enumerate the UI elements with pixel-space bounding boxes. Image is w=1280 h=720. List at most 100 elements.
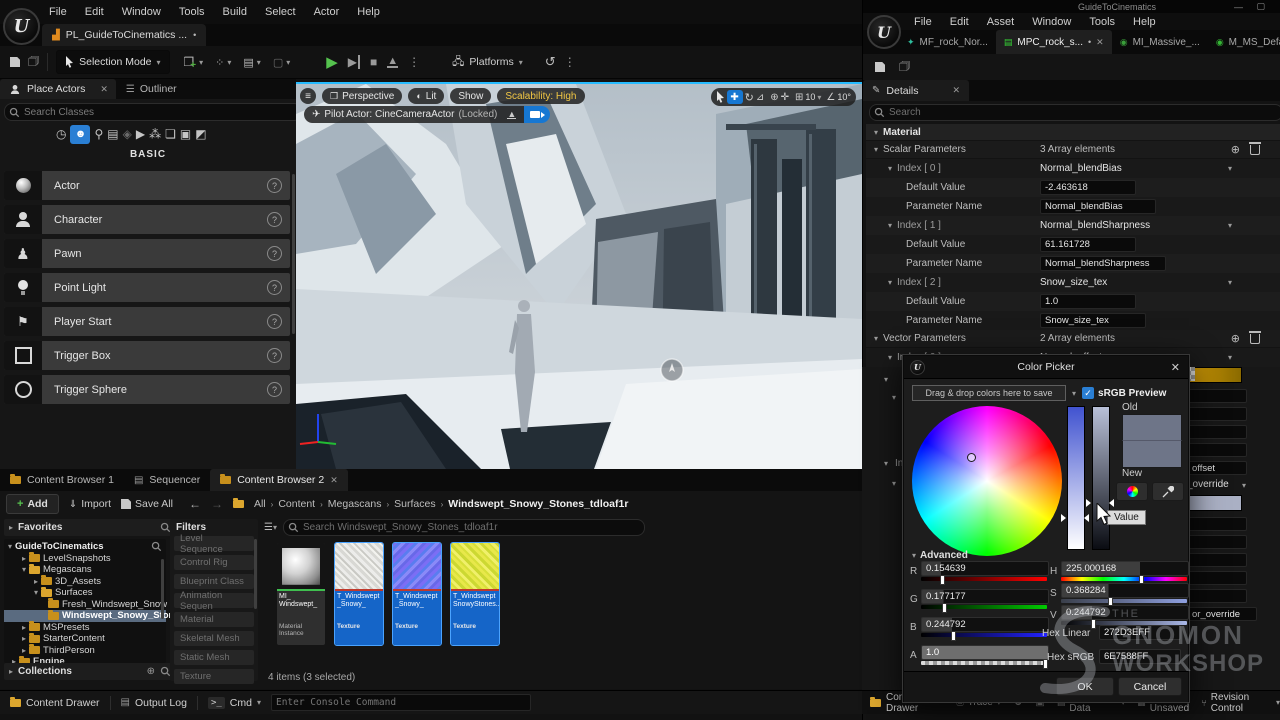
place-actors-scrollbar[interactable] (292, 174, 295, 334)
tab-place-actors[interactable]: Place Actors ✕ (0, 79, 116, 99)
srgb-checkbox[interactable]: ✓ (1082, 387, 1094, 399)
h-input[interactable] (1061, 561, 1189, 576)
chevron-down-icon[interactable]: ▾ (1228, 164, 1232, 173)
theme-color-dropzone[interactable]: Drag & drop colors here to save (912, 385, 1066, 401)
place-item-player-start[interactable]: ⚑ Player Start ? (4, 307, 290, 336)
s-input[interactable] (1061, 583, 1189, 598)
unreal-logo[interactable]: U (3, 8, 40, 45)
console-command-input[interactable] (271, 694, 531, 711)
recent-icon[interactable]: ◷ (56, 127, 66, 141)
viewport-options-menu[interactable]: ≡ (300, 88, 316, 104)
color-wheel[interactable] (912, 406, 1062, 556)
scalability-warning[interactable]: Scalability: High (497, 88, 584, 104)
menu-select[interactable]: Select (256, 1, 305, 23)
lit-dropdown[interactable]: ◐Lit (408, 88, 444, 104)
save-icon[interactable] (875, 62, 885, 72)
cinematic-category-icon[interactable]: ▤ (107, 127, 118, 141)
eject-pilot-icon[interactable]: ▲ (507, 110, 516, 119)
help-icon[interactable]: ? (267, 382, 282, 397)
minimize-icon[interactable]: — (1234, 2, 1243, 12)
move-tool-icon[interactable]: ✚ (727, 90, 743, 104)
back-icon[interactable]: ← (189, 497, 201, 511)
clipped-field[interactable] (1187, 425, 1247, 439)
perspective-dropdown[interactable]: ❒Perspective (322, 88, 402, 104)
close-tab-icon[interactable]: ✕ (330, 475, 338, 486)
vector-color-swatch[interactable] (1187, 367, 1242, 383)
breadcrumb-all[interactable]: All (254, 498, 266, 510)
vector-parameters-header[interactable]: ▾Vector Parameters 2 Array elements ⊕ (866, 330, 1280, 347)
param-dropdown[interactable]: Normal_blendSharpness (1040, 220, 1150, 231)
trash-icon[interactable] (1250, 145, 1260, 155)
favorites-header[interactable]: ▸ Favorites (4, 519, 176, 536)
parameter-name-input[interactable] (1040, 313, 1146, 328)
search-icon[interactable] (151, 541, 162, 552)
scalar-index-0-row[interactable]: ▾Index [ 0 ] Normal_blendBias ▾ (866, 159, 1280, 178)
breadcrumb-current[interactable]: Windswept_Snowy_Stones_tdloaf1r (448, 498, 628, 510)
add-element-icon[interactable]: ⊕ (1231, 332, 1240, 345)
tab-content-browser-1[interactable]: Content Browser 1 (0, 469, 124, 491)
import-button[interactable]: ⇓ Import (69, 498, 111, 510)
tab-mpc-rock[interactable]: ▤ MPC_rock_s... • ✕ (996, 30, 1112, 54)
help-icon[interactable]: ? (267, 314, 282, 329)
help-icon[interactable]: ? (267, 348, 282, 363)
close-tab-icon[interactable]: ✕ (1096, 37, 1104, 48)
tab-mi-massive[interactable]: ◉ MI_Massive_... (1112, 30, 1208, 54)
eject-button[interactable]: ▲ (387, 56, 398, 68)
filter-texture[interactable]: Texture (174, 669, 254, 684)
collections-header[interactable]: ▸ Collections ⊕ (4, 663, 176, 680)
quick-settings-dropdown[interactable]: ▢▾ (273, 56, 290, 69)
v-input[interactable] (1061, 605, 1189, 620)
filter-skeletal-mesh[interactable]: Skeletal Mesh (174, 631, 254, 646)
r-input[interactable] (921, 561, 1049, 576)
tree-item[interactable]: Fresh_Windswept_Snow (4, 599, 166, 611)
close-tab-icon[interactable]: ✕ (953, 85, 961, 96)
tab-sequencer[interactable]: ▤ Sequencer (124, 469, 210, 491)
asset-texture-mask[interactable]: T_Windswept SnowyStones... Texture (451, 543, 499, 645)
help-icon[interactable]: ? (267, 280, 282, 295)
play-button[interactable]: ▶ (326, 53, 338, 71)
add-element-icon[interactable]: ⊕ (1231, 143, 1240, 156)
pilot-actor-pill[interactable]: ✈ Pilot Actor: CineCameraActor (Locked) … (304, 106, 524, 123)
menu-actor[interactable]: Actor (305, 1, 349, 23)
filter-funnel-icon[interactable]: ☰▾ (264, 522, 277, 533)
help-icon[interactable]: ? (267, 178, 282, 193)
tree-item[interactable]: ▸3D_Assets (4, 576, 166, 588)
s-gradient-bar[interactable] (1061, 599, 1187, 603)
tree-item[interactable]: ▸ThirdPerson (4, 645, 166, 657)
level-tab[interactable]: ▟ PL_GuideToCinematics ... • (42, 24, 206, 46)
menu-file[interactable]: File (40, 1, 76, 23)
revision-control-dropdown[interactable]: ⑂ Revision Control▾ (1201, 692, 1280, 714)
output-log-button[interactable]: ▤ Output Log (121, 697, 187, 709)
filter-animation-sequence[interactable]: Animation Sequen (174, 593, 254, 608)
material-section-header[interactable]: ▾Material (866, 124, 1280, 140)
place-item-trigger-box[interactable]: Trigger Box ? (4, 341, 290, 370)
asset-search-input[interactable]: Search Windswept_Snowy_Stones_tdloaf1r (283, 519, 645, 536)
close-icon[interactable]: ✕ (1171, 361, 1180, 374)
place-item-trigger-sphere[interactable]: Trigger Sphere ? (4, 375, 290, 404)
scalar-index-1-row[interactable]: ▾Index [ 1 ] Normal_blendSharpness ▾ (866, 216, 1280, 235)
value-marker-left[interactable] (1086, 499, 1091, 507)
saturation-marker-left[interactable] (1061, 514, 1066, 522)
chevron-down-icon[interactable]: ▾ (1228, 221, 1232, 230)
default-value-input[interactable] (1040, 180, 1136, 195)
filter-static-mesh[interactable]: Static Mesh (174, 650, 254, 665)
g-input[interactable] (921, 589, 1049, 604)
vector-color-swatch-2[interactable] (1187, 495, 1242, 511)
panel-category-icon[interactable]: ▣ (180, 127, 191, 141)
maximize-icon[interactable]: ▢ (1256, 1, 1265, 12)
selection-mode-dropdown[interactable]: Selection Mode ▾ (56, 50, 169, 74)
eyedropper-button[interactable] (1152, 482, 1184, 501)
close-tab-icon[interactable]: ✕ (100, 84, 108, 95)
breadcrumb-megascans[interactable]: Megascans (328, 498, 382, 510)
tree-root-guidetocinematics[interactable]: ▾GuideToCinematics (4, 541, 166, 553)
place-item-actor[interactable]: Actor ? (4, 171, 290, 200)
filter-level-sequence[interactable]: Level Sequence (174, 536, 254, 551)
rotate-tool-icon[interactable]: ↻ (745, 91, 754, 104)
color-wheel-mode-button[interactable] (1116, 482, 1148, 501)
clipped-field[interactable] (1187, 443, 1247, 457)
details-search-input[interactable]: Search (869, 104, 1280, 121)
save-icon[interactable] (10, 57, 20, 67)
param-dropdown[interactable]: Normal_blendBias (1040, 163, 1122, 174)
place-item-pawn[interactable]: ♟ Pawn ? (4, 239, 290, 268)
grid-snap-value[interactable]: 10 (805, 92, 815, 102)
